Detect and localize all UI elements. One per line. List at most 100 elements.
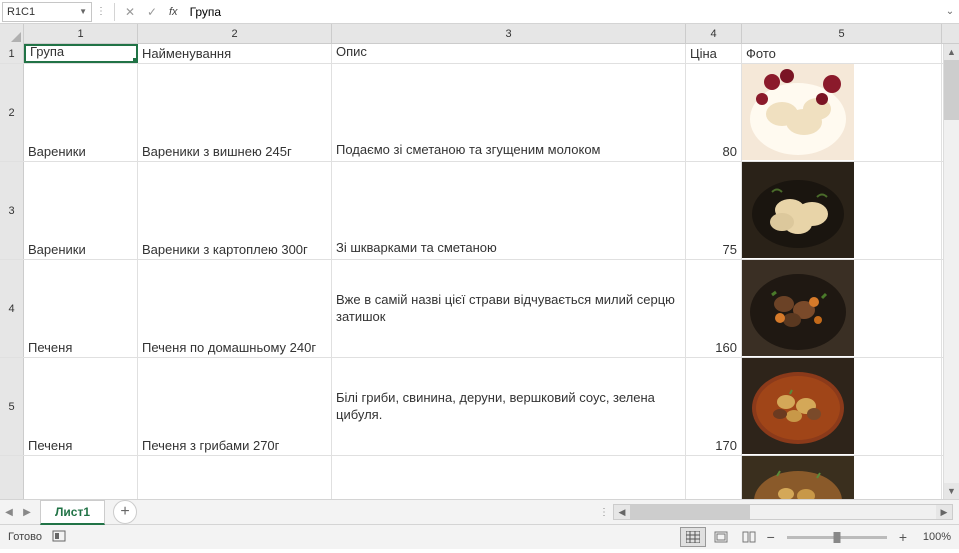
cell[interactable]: Вареники з картоплею 300г <box>138 162 332 259</box>
cell[interactable]: Печеня <box>24 358 138 455</box>
scrollbar-thumb[interactable] <box>630 505 750 519</box>
cell-text: 75 <box>723 242 737 257</box>
name-box[interactable]: R1C1 ▼ <box>2 2 92 22</box>
column-header-2[interactable]: 2 <box>138 24 332 43</box>
name-box-dropdown-icon[interactable]: ▼ <box>79 7 87 16</box>
scrollbar-thumb[interactable] <box>944 60 959 120</box>
row-header-4[interactable]: 4 <box>0 260 24 357</box>
cell[interactable]: 80 <box>686 64 742 161</box>
column-header-4[interactable]: 4 <box>686 24 742 43</box>
scroll-up-button[interactable]: ▲ <box>944 44 959 60</box>
column-header-3[interactable]: 3 <box>332 24 686 43</box>
row-header-1[interactable]: 1 <box>0 44 24 63</box>
cell-text: Фото <box>746 46 776 61</box>
zoom-in-button[interactable]: + <box>895 530 911 544</box>
macro-record-icon[interactable] <box>52 530 66 545</box>
food-image-pechenya-home <box>742 260 854 356</box>
cell-r1c3[interactable]: Опис <box>332 44 686 63</box>
cell-image[interactable] <box>742 162 942 259</box>
formula-bar-resize-dots[interactable]: ⋮ <box>92 6 110 17</box>
zoom-out-button[interactable]: − <box>763 530 779 544</box>
formula-bar-expand-icon[interactable]: ⌄ <box>941 6 959 17</box>
cell[interactable]: 75 <box>686 162 742 259</box>
cell-image[interactable] <box>742 260 942 357</box>
zoom-level-label[interactable]: 100% <box>911 531 951 543</box>
sheet-tab-active[interactable]: Лист1 <box>40 500 105 525</box>
grid-row: 3 Вареники Вареники з картоплею 300г Зі … <box>0 162 959 260</box>
cell-text: 170 <box>715 438 737 453</box>
formula-input[interactable] <box>184 2 941 22</box>
vertical-scrollbar[interactable]: ▲ ▼ <box>943 44 959 499</box>
row-header-2[interactable]: 2 <box>0 64 24 161</box>
tab-splitter-dots[interactable]: ⋮ <box>595 507 613 518</box>
scroll-right-button[interactable]: ▶ <box>936 505 952 519</box>
cell[interactable]: Печеня з грибами 270г <box>138 358 332 455</box>
cell-text: Печеня <box>28 340 72 355</box>
row-header-partial[interactable] <box>0 456 24 499</box>
cell[interactable]: 170 <box>686 358 742 455</box>
formula-bar: R1C1 ▼ ⋮ ✕ ✓ fx ⌄ <box>0 0 959 24</box>
cell-image[interactable] <box>742 456 942 499</box>
status-bar: Готово − + 100% <box>0 525 959 549</box>
cell-text: 80 <box>723 144 737 159</box>
cell-text: Печеня по домашньому 240г <box>142 340 316 355</box>
cell[interactable]: Вже в самій назві цієї страви відчуваєть… <box>332 260 686 357</box>
grid-row: 1 Група Найменування Опис Ціна Фото <box>0 44 959 64</box>
scroll-down-button[interactable]: ▼ <box>944 483 959 499</box>
cell[interactable]: Зі шкварками та сметаною <box>332 162 686 259</box>
zoom-slider-thumb[interactable] <box>833 532 840 543</box>
add-sheet-button[interactable]: + <box>113 500 137 524</box>
name-box-value: R1C1 <box>7 6 35 18</box>
cell[interactable]: Печеня <box>24 260 138 357</box>
view-page-layout-button[interactable] <box>708 527 734 547</box>
sheet-tabs-bar: ◀ ▶ Лист1 + ⋮ ◀ ▶ <box>0 499 959 525</box>
cell[interactable] <box>24 456 138 499</box>
scroll-left-button[interactable]: ◀ <box>614 505 630 519</box>
row-header-5[interactable]: 5 <box>0 358 24 455</box>
confirm-formula-button[interactable]: ✓ <box>141 2 163 22</box>
cell-text: Найменування <box>142 46 231 61</box>
cell[interactable]: Вареники <box>24 64 138 161</box>
cell-text: Зі шкварками та сметаною <box>336 240 497 257</box>
cell[interactable]: Білі гриби, свинина, деруни, вершковий с… <box>332 358 686 455</box>
food-image-pechenya-mushroom <box>742 358 854 454</box>
row-header-3[interactable]: 3 <box>0 162 24 259</box>
tab-nav-next-icon[interactable]: ▶ <box>18 500 36 524</box>
zoom-slider[interactable] <box>787 536 887 539</box>
cell-text: Група <box>30 44 64 59</box>
grid-row: 5 Печеня Печеня з грибами 270г Білі гриб… <box>0 358 959 456</box>
view-normal-button[interactable] <box>680 527 706 547</box>
scrollbar-track[interactable] <box>944 60 959 483</box>
cell[interactable]: 160 <box>686 260 742 357</box>
separator <box>114 3 115 21</box>
cell[interactable]: Подаємо зі сметаною та згущеним молоком <box>332 64 686 161</box>
cell-r1c2[interactable]: Найменування <box>138 44 332 63</box>
grid-row: 2 Вареники Вареники з вишнею 245г Подаєм… <box>0 64 959 162</box>
cell[interactable] <box>686 456 742 499</box>
cell-r1c5[interactable]: Фото <box>742 44 942 63</box>
status-text: Готово <box>8 531 42 543</box>
food-image-partial <box>742 456 854 499</box>
fx-label[interactable]: fx <box>163 6 184 18</box>
horizontal-scrollbar[interactable]: ◀ ▶ <box>613 504 953 520</box>
column-header-5[interactable]: 5 <box>742 24 942 43</box>
cell[interactable]: Вареники з вишнею 245г <box>138 64 332 161</box>
grid-row-partial <box>0 456 959 499</box>
cell[interactable]: Вареники <box>24 162 138 259</box>
tab-nav-prev-icon[interactable]: ◀ <box>0 500 18 524</box>
cell[interactable] <box>332 456 686 499</box>
cell-image[interactable] <box>742 64 942 161</box>
cell-r1c4[interactable]: Ціна <box>686 44 742 63</box>
cell-text: Печеня <box>28 438 72 453</box>
cell-image[interactable] <box>742 358 942 455</box>
grid-row: 4 Печеня Печеня по домашньому 240г Вже в… <box>0 260 959 358</box>
cancel-formula-button[interactable]: ✕ <box>119 2 141 22</box>
select-all-corner[interactable] <box>0 24 24 44</box>
cell[interactable] <box>138 456 332 499</box>
view-page-break-button[interactable] <box>736 527 762 547</box>
column-header-1[interactable]: 1 <box>24 24 138 43</box>
cell-r1c1[interactable]: Група <box>24 44 138 63</box>
cell[interactable]: Печеня по домашньому 240г <box>138 260 332 357</box>
cell-text: Печеня з грибами 270г <box>142 438 279 453</box>
scrollbar-track[interactable] <box>630 505 936 519</box>
